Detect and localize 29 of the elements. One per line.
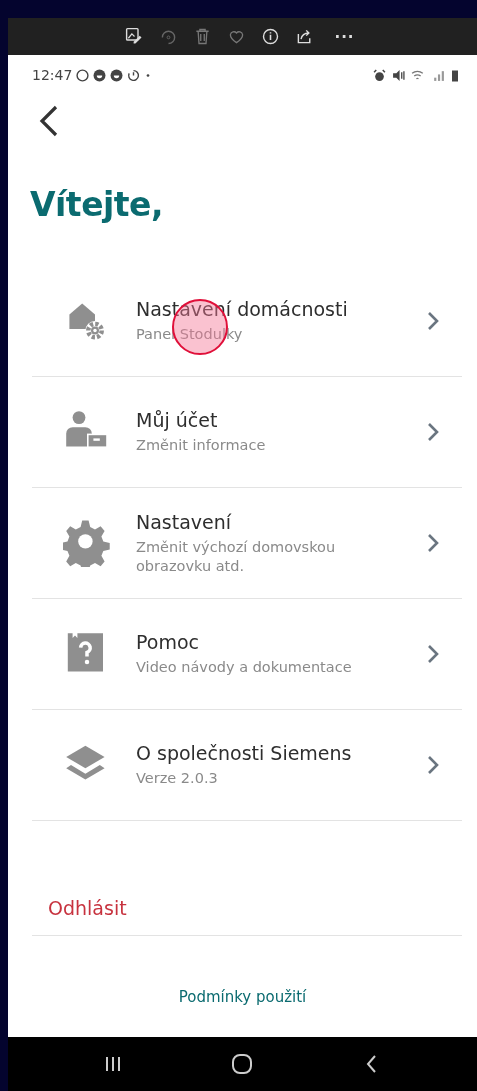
home-icon[interactable] (230, 1052, 255, 1076)
menu-item-subtitle: Změnit informace (136, 436, 267, 455)
wifi-icon (411, 68, 426, 82)
more-button[interactable]: ··· (328, 27, 361, 46)
menu-item-title: Můj účet (136, 409, 219, 432)
clock-time: 12:47 (32, 67, 73, 83)
terms-link[interactable]: Podmínky použití (178, 988, 307, 1006)
alarm-icon (373, 68, 386, 82)
chevron-right-icon (426, 532, 440, 554)
chevron-right-icon (426, 310, 440, 332)
page-title: Vítejte, (30, 185, 163, 224)
battery-icon (451, 68, 459, 82)
menu-item-title: O společnosti Siemens (136, 742, 353, 765)
circle-icon (76, 68, 90, 82)
menu-item-subtitle: Video návody a dokumentace (136, 658, 353, 677)
mute-icon (392, 68, 405, 82)
chevron-right-icon (426, 421, 440, 443)
app-notification-icon (110, 68, 124, 82)
menu-item-subtitle: Verze 2.0.3 (136, 769, 219, 788)
gear-icon (63, 519, 111, 567)
chevron-right-icon (426, 754, 440, 776)
signal-icon (432, 68, 445, 82)
menu-item-title: Nastavení (136, 510, 233, 533)
menu-item-title: Pomoc (136, 631, 200, 654)
timer-icon (127, 68, 141, 82)
app-notification-icon (93, 68, 107, 82)
chevron-right-icon (426, 643, 440, 665)
logout-button[interactable]: Odhlásit (48, 897, 127, 919)
menu-item-subtitle: Změnit výchozí domovskou obrazovku atd. (136, 537, 337, 576)
